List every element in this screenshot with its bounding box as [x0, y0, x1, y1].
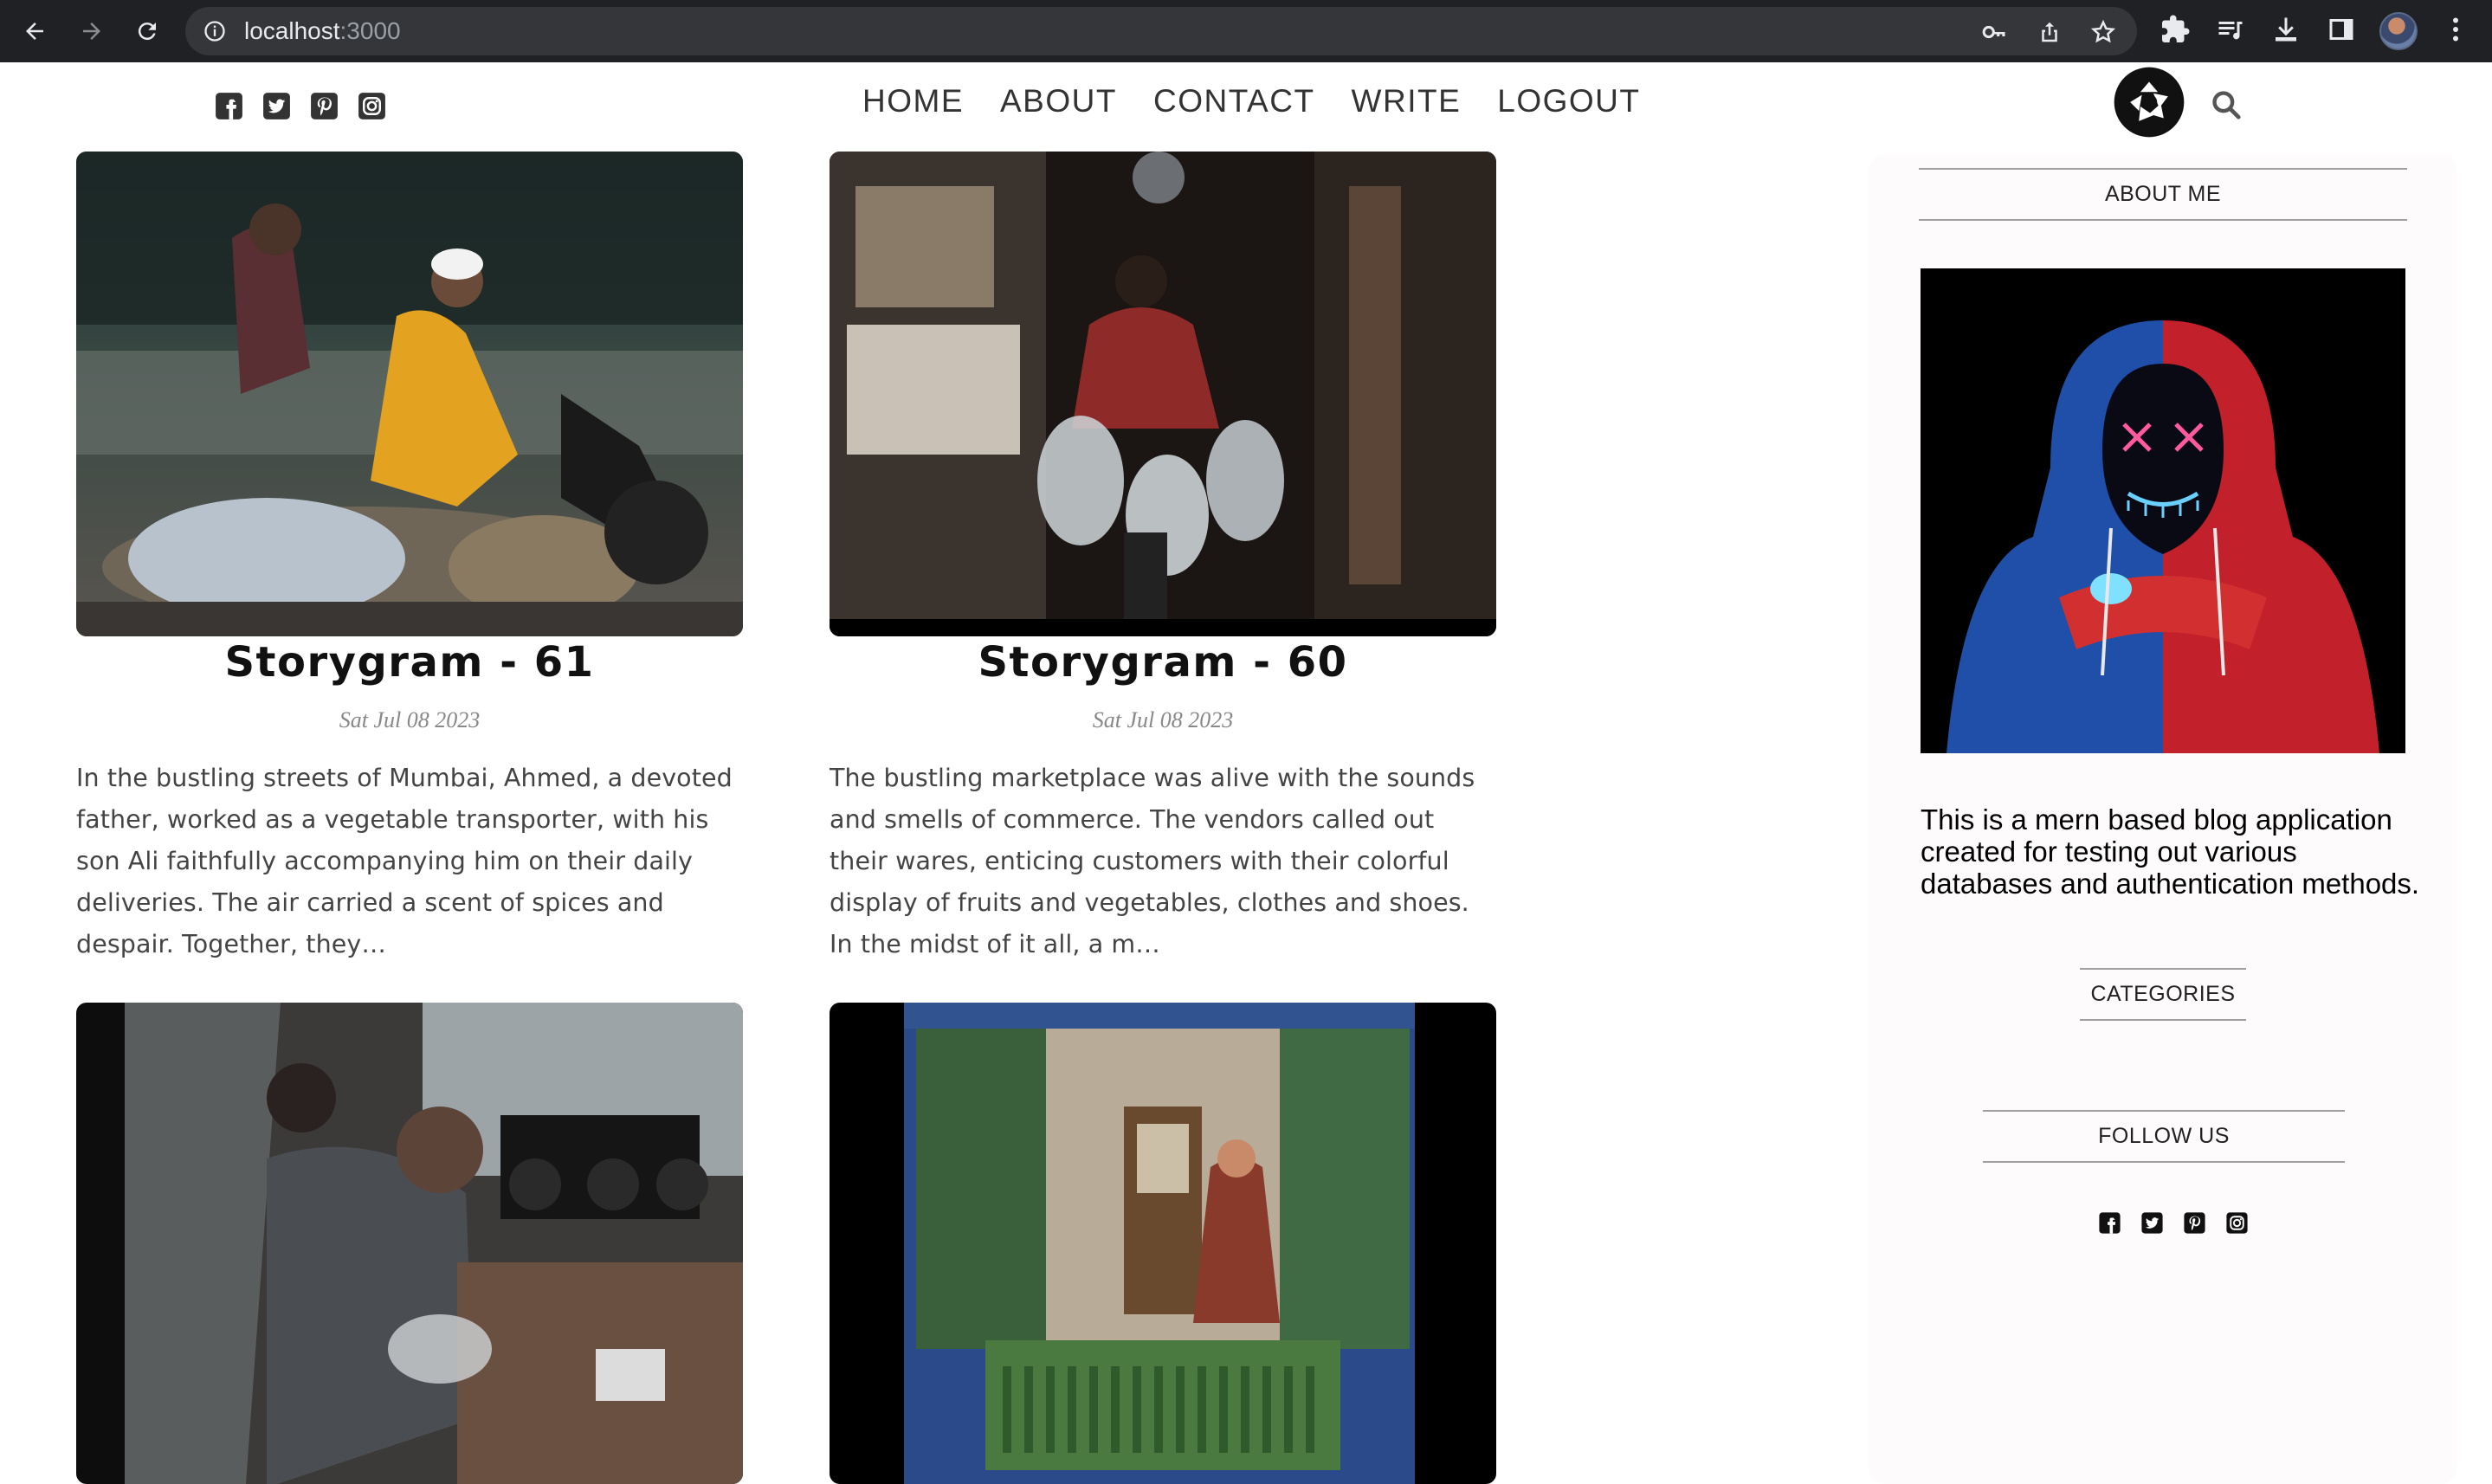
extensions-icon[interactable]	[2160, 14, 2191, 45]
post-image[interactable]	[830, 1003, 1496, 1484]
post-image-market	[830, 152, 1496, 636]
profile-avatar[interactable]	[2379, 12, 2418, 50]
post-image[interactable]	[76, 1003, 743, 1484]
menu-icon[interactable]	[2440, 14, 2471, 45]
camera-aperture-icon[interactable]	[2113, 66, 2185, 139]
instagram-icon[interactable]	[2224, 1210, 2250, 1236]
post-card[interactable]: Storygram - 61 Sat Jul 08 2023 In the bu…	[76, 152, 743, 965]
post-date: Sat Jul 08 2023	[1092, 707, 1234, 732]
address-bar[interactable]: localhost:3000	[185, 7, 2137, 55]
sidebar: ABOUT ME This is a mern based blog appli…	[1869, 154, 2457, 1484]
post-image-motorbike	[76, 152, 743, 636]
download-icon[interactable]	[2270, 14, 2302, 45]
post-card[interactable]	[76, 1003, 743, 1484]
url-text: localhost:3000	[244, 19, 401, 43]
about-image	[1921, 268, 2405, 753]
menu-write[interactable]: WRITE	[1352, 83, 1462, 119]
menu-home[interactable]: HOME	[862, 83, 964, 119]
about-me-heading: ABOUT ME	[1919, 168, 2407, 221]
reload-icon[interactable]	[128, 12, 166, 50]
info-icon[interactable]	[203, 19, 227, 43]
pinterest-icon[interactable]	[2182, 1210, 2207, 1236]
url-host: localhost	[244, 17, 340, 44]
star-icon[interactable]	[2090, 19, 2116, 45]
about-image-hooded-figure	[1921, 268, 2405, 753]
post-image[interactable]	[76, 152, 743, 636]
twitter-icon[interactable]	[261, 90, 293, 122]
pinterest-icon[interactable]	[308, 90, 340, 122]
side-panel-icon[interactable]	[2326, 14, 2357, 45]
facebook-icon[interactable]	[213, 90, 245, 122]
post-card[interactable]	[830, 1003, 1496, 1484]
site-header: HOME ABOUT CONTACT WRITE LOGOUT	[0, 62, 2492, 149]
twitter-icon[interactable]	[2140, 1210, 2165, 1236]
post-title[interactable]: Storygram - 60	[830, 638, 1496, 690]
post-image[interactable]	[830, 152, 1496, 636]
browser-toolbar: localhost:3000	[0, 0, 2492, 62]
key-icon[interactable]	[1981, 19, 2007, 45]
about-description: This is a mern based blog application cr…	[1921, 803, 2420, 900]
search-icon[interactable]	[2210, 88, 2243, 121]
media-icon[interactable]	[2215, 14, 2246, 45]
post-description: The bustling marketplace was alive with …	[830, 764, 1475, 958]
menu-logout[interactable]: LOGOUT	[1497, 83, 1640, 119]
post-card[interactable]: Storygram - 60 Sat Jul 08 2023 The bustl…	[830, 152, 1496, 965]
post-image-camera-repair	[76, 1003, 743, 1484]
sidebar-social-links	[2097, 1210, 2250, 1236]
post-title[interactable]: Storygram - 61	[76, 638, 743, 690]
menu-contact[interactable]: CONTACT	[1153, 83, 1315, 119]
instagram-icon[interactable]	[356, 90, 388, 122]
forward-icon[interactable]	[73, 12, 111, 50]
post-image-window	[830, 1003, 1496, 1484]
post-description: In the bustling streets of Mumbai, Ahmed…	[76, 764, 733, 958]
menu-about[interactable]: ABOUT	[1000, 83, 1117, 119]
share-icon[interactable]	[2037, 19, 2063, 45]
back-icon[interactable]	[16, 12, 54, 50]
facebook-icon[interactable]	[2097, 1210, 2122, 1236]
main-menu: HOME ABOUT CONTACT WRITE LOGOUT	[862, 83, 1641, 119]
categories-heading: CATEGORIES	[2080, 968, 2246, 1021]
url-port: :3000	[339, 17, 401, 44]
follow-us-heading: FOLLOW US	[1983, 1110, 2345, 1163]
post-date: Sat Jul 08 2023	[339, 707, 481, 732]
header-social-links	[213, 90, 388, 122]
